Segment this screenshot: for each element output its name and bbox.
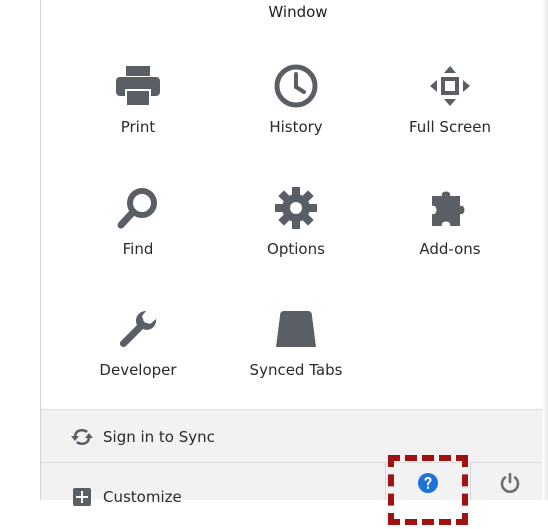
fullscreen-arrows-icon (430, 66, 470, 106)
add-ons-button[interactable]: Add-ons (380, 182, 520, 272)
footer-button-separator-2 (470, 462, 471, 500)
synced-tabs-icon (276, 311, 316, 347)
magnifier-icon (117, 188, 157, 229)
find-label: Find (122, 240, 154, 258)
footer-button-separator (385, 462, 386, 500)
options-label: Options (267, 240, 325, 258)
footer-divider (41, 409, 548, 410)
add-ons-label: Add-ons (419, 240, 481, 258)
plus-box-icon (73, 488, 91, 506)
sign-in-sync-label: Sign in to Sync (103, 428, 215, 446)
menu-frame: Window Print History Full Screen Find Op… (0, 0, 548, 529)
power-icon (500, 472, 520, 493)
full-screen-button[interactable]: Full Screen (380, 60, 520, 150)
developer-button[interactable]: Developer (68, 303, 208, 393)
customize-label: Customize (103, 488, 182, 506)
printer-icon (116, 66, 160, 106)
window-tile-label: Window (268, 3, 328, 17)
help-highlight-annotation (388, 455, 468, 525)
synced-tabs-button[interactable]: Synced Tabs (226, 303, 366, 393)
history-label: History (269, 118, 323, 136)
puzzle-piece-icon (432, 191, 465, 226)
full-screen-label: Full Screen (409, 118, 491, 136)
synced-tabs-label: Synced Tabs (249, 361, 343, 379)
panel-shadow (542, 0, 548, 500)
quit-button[interactable] (480, 466, 540, 500)
wrench-icon (120, 311, 157, 347)
sync-icon (71, 429, 93, 445)
sign-in-sync-button[interactable]: Sign in to Sync (41, 415, 548, 459)
find-button[interactable]: Find (68, 182, 208, 272)
history-button[interactable]: History (226, 60, 366, 150)
browser-edge (0, 0, 41, 500)
options-button[interactable]: Options (226, 182, 366, 272)
developer-label: Developer (99, 361, 177, 379)
print-button[interactable]: Print (68, 60, 208, 150)
customize-button[interactable]: Customize (41, 475, 381, 519)
footer-divider-2 (41, 462, 548, 463)
print-label: Print (120, 118, 156, 136)
clock-icon (274, 64, 318, 108)
gear-icon (275, 187, 317, 229)
